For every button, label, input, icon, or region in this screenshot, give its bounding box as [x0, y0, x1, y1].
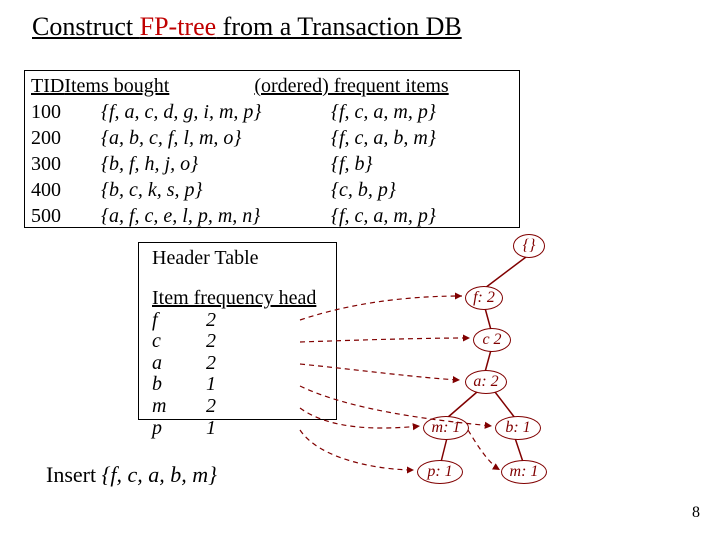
header-table: Item frequency head f2 c2 a2 b1 m2 p1	[152, 288, 316, 439]
node-b1: b: 1	[495, 416, 541, 440]
slide-title: Construct FP-tree from a Transaction DB	[32, 12, 462, 42]
header-table-row: m2	[152, 396, 316, 418]
header-table-row: b1	[152, 374, 316, 396]
col-freq: (ordered) frequent items	[254, 73, 513, 99]
table-row: 300 {b, f, h, j, o} {f, b}	[31, 151, 513, 177]
tree-edges-icon	[395, 230, 655, 490]
table-row: 100 {f, a, c, d, g, i, m, p} {f, c, a, m…	[31, 99, 513, 125]
col-items: Items bought	[64, 73, 254, 99]
node-c: c 2	[473, 328, 511, 352]
header-table-label: Header Table	[152, 247, 259, 270]
table-row: 500 {a, f, c, e, l, p, m, n} {f, c, a, m…	[31, 203, 513, 229]
node-p1: p: 1	[417, 460, 463, 484]
header-table-row: f2	[152, 310, 316, 332]
transaction-table: TID Items bought (ordered) frequent item…	[24, 70, 520, 228]
node-m2: m: 1	[501, 460, 547, 484]
table-row: 200 {a, b, c, f, l, m, o} {f, c, a, b, m…	[31, 125, 513, 151]
col-tid: TID	[31, 73, 64, 99]
node-m1: m: 1	[423, 416, 469, 440]
table-row: 400 {b, c, k, s, p} {c, b, p}	[31, 177, 513, 203]
node-root: {}	[513, 234, 545, 258]
node-f: f: 2	[465, 286, 503, 310]
title-prefix: Construct	[32, 12, 140, 41]
header-table-row: p1	[152, 418, 316, 440]
title-suffix: from a Transaction DB	[216, 12, 462, 41]
insert-label: Insert {f, c, a, b, m}	[46, 462, 217, 488]
node-a: a: 2	[465, 370, 507, 394]
title-red: FP-tree	[140, 12, 217, 41]
header-table-row: a2	[152, 353, 316, 375]
header-table-row: c2	[152, 331, 316, 353]
header-table-columns: Item frequency head	[152, 288, 316, 310]
page-number: 8	[692, 504, 700, 522]
fp-tree: {} f: 2 c 2 a: 2 m: 1 b: 1 p: 1 m: 1	[395, 230, 655, 490]
